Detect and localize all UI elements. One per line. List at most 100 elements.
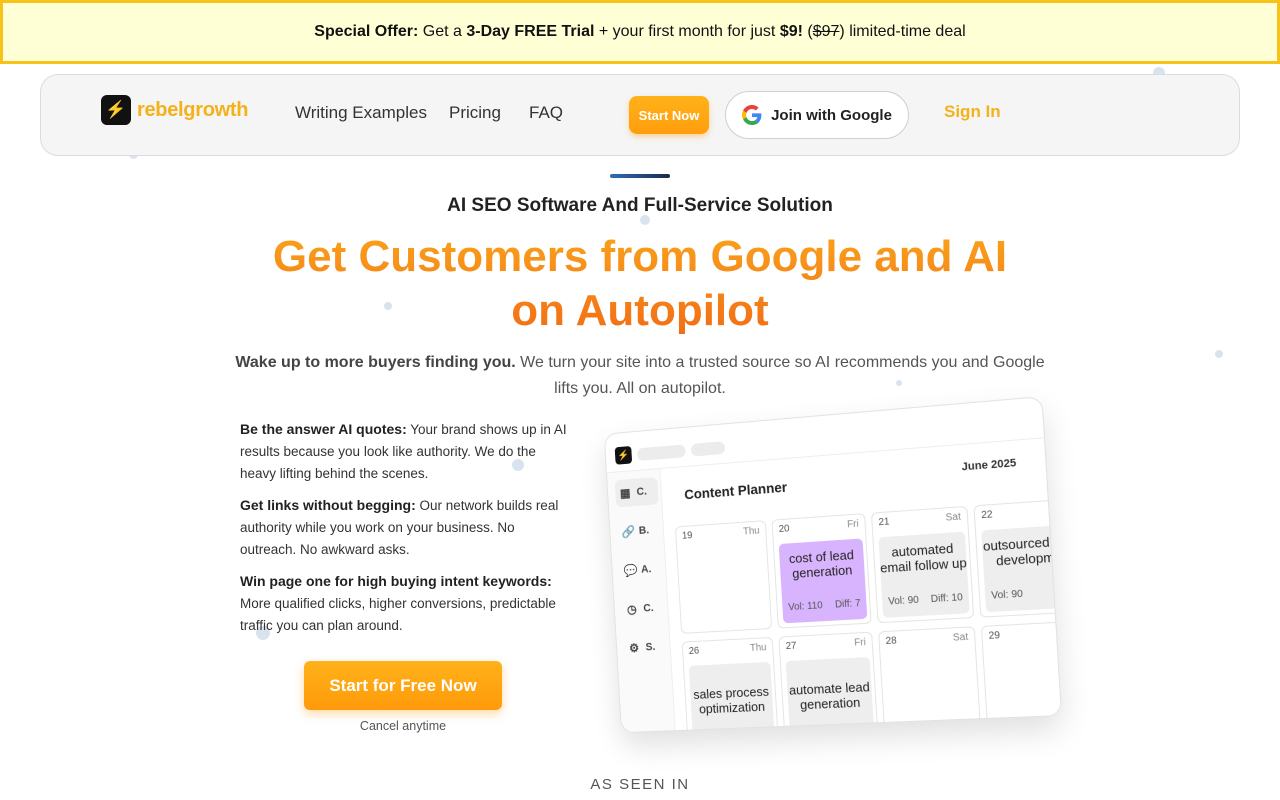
day-number: 20 [778,523,790,536]
keyword-text: automate lead generation [788,679,871,713]
feature-text: More qualified clicks, higher conversion… [240,596,556,633]
nav-link-pricing[interactable]: Pricing [449,103,501,123]
mockup-sidebar-label: C. [643,602,654,615]
keyword-text: cost of lead generation [788,547,855,581]
promo-text-1: Get a [418,23,467,40]
keyword-volume: Vol: 110 [787,600,823,614]
keyword-text: automated email follow up [879,540,968,576]
nav-link-writing-examples[interactable]: Writing Examples [295,103,427,123]
hero-sub-bold: Wake up to more buyers finding you. [235,354,516,371]
app-mockup: ⚡ ▦ C. 🔗 B. 💬 A. ◷ C. ⚙ S. Content Plann… [603,395,1063,734]
keyword-card: automate lead generation [785,656,875,734]
hero-headline-line-2: on Autopilot [511,286,769,335]
calendar-day: 20 Fri cost of lead generation Vol: 110 … [771,513,872,629]
google-g-icon [742,105,762,125]
mockup-sidebar-item: ◷ C. [621,594,665,624]
day-name: Fri [853,637,867,649]
day-number: 27 [785,640,797,653]
calendar-day: 21 Sat automated email follow up Vol: 90… [870,505,975,624]
start-for-free-button[interactable]: Start for Free Now [304,661,502,710]
promo-price: $9! [779,23,803,40]
day-number: 26 [688,645,700,657]
day-name: Sat [952,631,969,644]
promo-text-4: ) limited-time deal [839,23,966,40]
day-number: 19 [681,530,693,542]
promo-text-3: ( [802,23,813,40]
promo-text-2: + your first month for just [594,23,780,40]
calendar-day: 19 Thu [674,520,773,634]
keyword-metrics: Vol: 90 D [991,583,1062,604]
keyword-card: outsourced sales development Vol: 90 D [981,523,1063,613]
brand-logo[interactable]: ⚡ rebelgrowth [101,95,248,125]
keyword-text: sales process optimization [693,683,770,717]
hero-headline-line-1: Get Customers from Google and AI [272,232,1008,281]
clock-icon: ◷ [626,602,638,617]
feature-item: Be the answer AI quotes: Your brand show… [240,418,570,485]
top-navbar: ⚡ rebelgrowth Writing Examples Pricing F… [40,74,1240,156]
feature-title: Win page one for high buying intent keyw… [240,573,552,589]
brand-name: rebelgrowth [137,98,249,121]
sign-in-link[interactable]: Sign In [944,102,1001,122]
day-number: 29 [988,630,1001,642]
keyword-card: automated email follow up Vol: 90 Diff: … [878,531,970,618]
mockup-sidebar-item: 🔗 B. [617,516,661,546]
keyword-card: cost of lead generation Vol: 110 Diff: 7 [778,538,868,624]
keyword-difficulty: Diff: 7 [834,598,861,611]
mockup-sidebar-label: A. [640,563,652,576]
day-name: Sat [945,511,962,524]
join-with-google-button[interactable]: Join with Google [725,91,909,139]
day-name: Thu [742,525,760,538]
lightning-icon: ⚡ [614,445,633,465]
keyword-card: sales process optimization [688,661,775,734]
day-number: 21 [878,516,890,529]
mockup-sidebar-item: ▦ C. [614,477,659,508]
keyword-text: outsourced sales development [982,531,1063,569]
keyword-metrics: Vol: 110 Diff: 7 [788,596,861,615]
calendar-day: 27 Fri automate lead generation [778,631,879,734]
keyword-difficulty: Diff: 10 [930,592,964,606]
keyword-volume: Vol: 90 [887,594,920,608]
keyword-metrics: Vol: 90 Diff: 10 [888,590,963,609]
mockup-sidebar: ▦ C. 🔗 B. 💬 A. ◷ C. ⚙ S. [606,468,676,734]
calendar-icon: ▦ [619,485,631,501]
day-number: 22 [980,509,994,522]
promo-old-price: $97 [812,23,840,40]
nav-link-faq[interactable]: FAQ [529,103,563,123]
as-seen-in-heading: AS SEEN IN [590,776,690,793]
promo-trial: 3-Day FREE Trial [466,23,595,40]
mockup-sidebar-label: C. [636,485,648,499]
content-planner-title: Content Planner [683,478,788,503]
gear-icon: ⚙ [628,641,640,656]
lightning-icon: ⚡ [101,95,131,125]
mockup-sidebar-label: S. [645,641,656,654]
mockup-placeholder-pill [636,444,686,462]
calendar-day: 26 Thu sales process optimization [681,636,780,734]
google-button-label: Join with Google [771,106,892,124]
day-number: 28 [885,635,898,648]
feature-item: Get links without begging: Our network b… [240,494,570,561]
mockup-sidebar-label: B. [638,524,650,537]
product-screenshot: ⚡ ▦ C. 🔗 B. 💬 A. ◷ C. ⚙ S. Content Plann… [603,395,1063,734]
calendar-day: 22 outsourced sales development Vol: 90 … [973,498,1063,618]
cancel-anytime-note: Cancel anytime [359,719,447,733]
feature-title: Be the answer AI quotes: [240,421,407,437]
mockup-sidebar-item: 💬 A. [619,555,663,585]
promo-banner: Special Offer: Get a 3-Day FREE Trial + … [0,0,1280,64]
day-name: Thu [749,642,767,654]
hero-subheading: Wake up to more buyers finding you. We t… [230,350,1050,402]
start-now-button[interactable]: Start Now [629,96,709,134]
feature-item: Win page one for high buying intent keyw… [240,570,570,637]
promo-label: Special Offer: [314,23,419,40]
mockup-placeholder-pill [690,441,726,457]
hero-headline: Get Customers from Google and AI on Auto… [240,230,1040,338]
feature-title: Get links without begging: [240,497,416,513]
calendar-day: 28 Sat [878,626,982,734]
day-name: Fri [846,518,860,531]
planner-month: June 2025 [961,457,1017,474]
hero-eyebrow: AI SEO Software And Full-Service Solutio… [447,195,833,216]
keyword-volume: Vol: 90 [990,588,1024,602]
calendar-day: 29 [980,620,1063,734]
feature-list: Be the answer AI quotes: Your brand show… [240,418,570,646]
decor-dot [1215,350,1223,358]
mockup-sidebar-item: ⚙ S. [624,633,668,662]
